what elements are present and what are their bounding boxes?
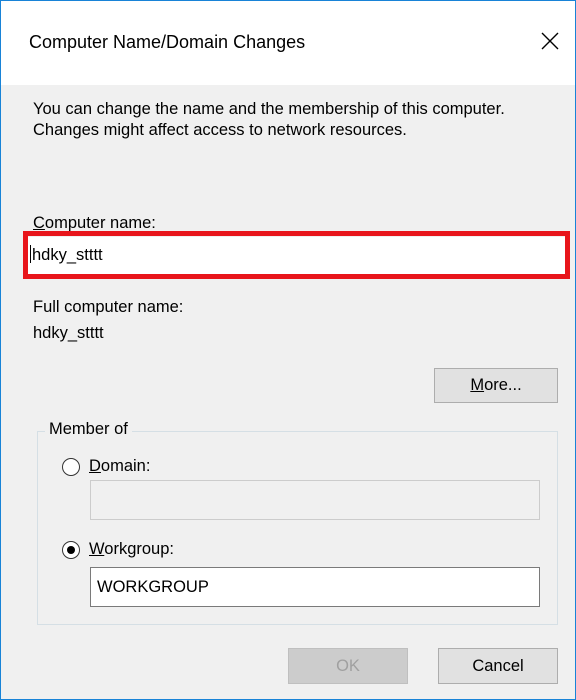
close-button[interactable] [525,21,575,65]
title-bar: Computer Name/Domain Changes [1,1,575,85]
dialog-window: Computer Name/Domain Changes You can cha… [0,0,576,700]
domain-radio[interactable] [62,458,80,476]
domain-label[interactable]: Domain: [89,457,150,476]
computer-name-value: hdky_stttt [32,246,103,264]
computer-name-label: Computer name: [33,214,156,232]
computer-name-input[interactable]: hdky_stttt [28,237,566,275]
close-icon [541,32,559,55]
text-caret [30,245,31,263]
more-button[interactable]: More... [434,368,558,403]
domain-input[interactable] [90,480,540,520]
more-button-label: More... [470,376,522,394]
dialog-description: You can change the name and the membersh… [33,100,505,139]
cancel-button-label: Cancel [472,656,524,675]
member-of-legend: Member of [45,420,132,439]
cancel-button[interactable]: Cancel [438,648,558,684]
full-computer-name-label: Full computer name: [33,298,184,316]
ok-button-label: OK [336,656,360,675]
workgroup-input[interactable]: WORKGROUP [90,567,540,607]
workgroup-radio[interactable] [62,541,80,559]
workgroup-label[interactable]: Workgroup: [89,540,174,559]
dialog-title: Computer Name/Domain Changes [29,32,306,52]
full-computer-name-value: hdky_stttt [33,324,104,342]
ok-button[interactable]: OK [288,648,408,684]
